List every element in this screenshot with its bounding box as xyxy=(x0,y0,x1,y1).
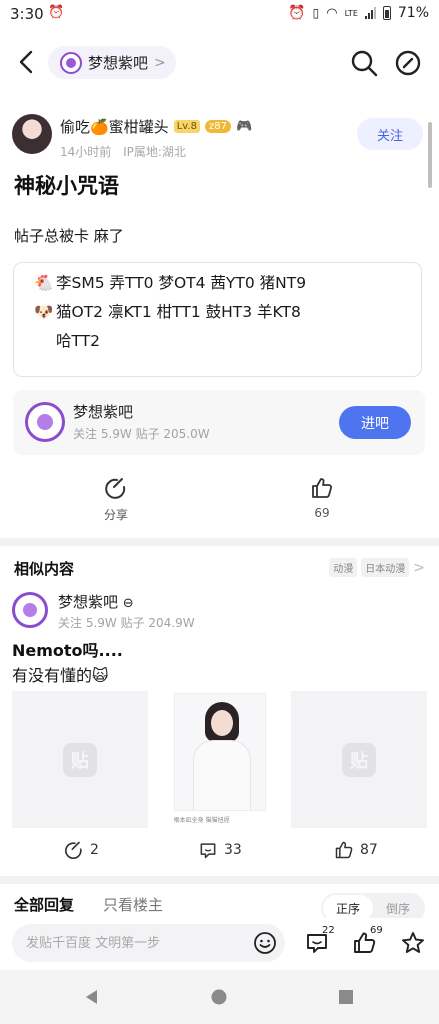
scrollbar[interactable] xyxy=(428,122,432,188)
placeholder-icon: 贴 xyxy=(62,742,97,777)
section-divider xyxy=(0,876,439,884)
image-placeholder[interactable]: 贴 xyxy=(12,691,148,828)
spell-block: 🐔 李SM5 弄TT0 梦OT4 茜YT0 猪NT9 🐶 猫OT2 凛KT1 柑TT… xyxy=(13,262,422,377)
similar-heading: 相似内容 xyxy=(14,560,75,578)
status-bar: 3:30 ⏰ ⏰ ▯ ◠ LTE 71% xyxy=(0,0,439,30)
post-time: 14小时前 xyxy=(60,145,112,159)
no-entry-icon: ⊖ xyxy=(122,596,134,611)
star-icon[interactable] xyxy=(400,930,426,956)
spell-text: 猫OT2 凛KT1 柑TT1 鼓HT3 羊KT8 xyxy=(56,303,301,321)
topic-tag[interactable]: 动漫 xyxy=(329,558,358,577)
similar-forum-name: 梦想紫吧 ⊖ xyxy=(58,591,134,612)
share-button[interactable]: 分享 xyxy=(86,476,146,523)
like-count: 87 xyxy=(360,842,378,858)
wifi-icon: ◠ xyxy=(326,5,338,21)
nav-home-icon[interactable] xyxy=(209,987,229,1007)
ip-location: IP属地:湖北 xyxy=(123,145,186,159)
similar-post-text[interactable]: 有没有懂的🙀 xyxy=(12,662,109,686)
nav-back-icon[interactable] xyxy=(82,987,102,1007)
spell-text: 李SM5 弄TT0 梦OT4 茜YT0 猪NT9 xyxy=(56,274,307,292)
all-replies-tab[interactable]: 全部回复 xyxy=(14,894,74,915)
image-placeholder[interactable]: 贴 xyxy=(291,691,428,828)
battery-level: 71% xyxy=(397,5,429,21)
alarm-icon: ⏰ xyxy=(48,5,65,20)
comment-icon xyxy=(200,843,216,859)
only-op-tab[interactable]: 只看楼主 xyxy=(103,894,163,915)
spell-line: 🐶 猫OT2 凛KT1 柑TT1 鼓HT3 羊KT8 xyxy=(34,298,421,327)
back-icon[interactable] xyxy=(12,47,42,77)
forum-card[interactable]: 梦想紫吧 关注 5.9W 贴子 205.0W 进吧 xyxy=(13,390,425,455)
status-icons: ⏰ ▯ ◠ LTE 71% xyxy=(288,5,429,21)
reply-input[interactable] xyxy=(26,924,226,962)
similar-forum-name-text: 梦想紫吧 xyxy=(58,593,119,611)
comment-count: 33 xyxy=(224,842,242,858)
spell-line: 🐔 李SM5 弄TT0 梦OT4 茜YT0 猪NT9 xyxy=(34,269,421,298)
system-nav-bar xyxy=(0,970,439,1024)
share-label: 分享 xyxy=(103,508,128,522)
similar-forum-stats: 关注 5.9W 贴子 204.9W xyxy=(58,616,195,630)
similar-like-button[interactable]: 87 xyxy=(334,840,378,860)
edit-post-icon[interactable] xyxy=(393,48,423,78)
forum-card-name: 梦想紫吧 xyxy=(73,403,134,421)
member-badge: z87 xyxy=(204,120,231,133)
similar-post-title[interactable]: Nemoto吗.... xyxy=(12,637,123,661)
like-count: 69 xyxy=(370,925,383,936)
status-time: 3:30 xyxy=(10,5,44,23)
section-divider xyxy=(0,538,439,546)
reply-input-box[interactable] xyxy=(12,924,285,962)
forum-avatar xyxy=(12,592,48,628)
search-icon[interactable] xyxy=(349,48,379,78)
similar-comment-button[interactable]: 33 xyxy=(198,840,242,860)
alarm-icon: ⏰ xyxy=(288,5,306,21)
battery-icon xyxy=(382,6,391,20)
photo-caption: 根本凪全身 猫猫扭捏 xyxy=(173,817,230,824)
enter-forum-button[interactable]: 进吧 xyxy=(339,406,411,439)
post-actions: 分享 69 xyxy=(0,476,439,526)
network-type: LTE xyxy=(344,8,358,18)
author-avatar[interactable] xyxy=(12,114,52,154)
similar-actions: 2 33 87 xyxy=(0,840,439,866)
placeholder-icon: 贴 xyxy=(342,742,377,777)
post-body: 帖子总被卡 麻了 xyxy=(14,227,124,245)
thumbs-up-icon xyxy=(335,841,353,859)
like-button[interactable]: 69 xyxy=(292,476,352,520)
similar-share-button[interactable]: 2 xyxy=(64,840,99,860)
spell-line: 哈TT2 xyxy=(34,327,421,356)
dog-icon: 🐶 xyxy=(34,303,54,321)
thumbs-up-icon xyxy=(312,478,333,498)
topic-tags: 动漫 日本动漫 > xyxy=(329,558,425,577)
signal-icon xyxy=(364,7,376,19)
photo-thumbnail[interactable]: 根本凪全身 猫猫扭捏 xyxy=(151,691,288,828)
bottom-reply-bar: 22 69 xyxy=(0,918,439,970)
chevron-right-icon: > xyxy=(154,54,166,71)
forum-avatar xyxy=(25,402,65,442)
chevron-right-icon[interactable]: > xyxy=(413,560,425,576)
topic-tag[interactable]: 日本动漫 xyxy=(361,558,410,577)
vibrate-icon: ▯ xyxy=(312,6,320,20)
forum-card-stats: 关注 5.9W 贴子 205.0W xyxy=(73,427,210,441)
share-icon xyxy=(64,841,82,860)
forum-link-pill[interactable]: 梦想紫吧 > xyxy=(48,46,176,79)
photo-frame xyxy=(173,693,266,811)
chicken-icon: 🐔 xyxy=(34,274,54,292)
gamepad-icon: 🎮 xyxy=(235,119,253,134)
post-author: 偷吃🍊蜜柑罐头 Lv.8 z87 🎮 14小时前 IP属地:湖北 关注 xyxy=(0,112,439,164)
follow-button[interactable]: 关注 xyxy=(357,118,423,150)
forum-avatar xyxy=(60,51,82,74)
comment-count: 22 xyxy=(322,925,335,936)
nav-recents-icon[interactable] xyxy=(336,987,356,1007)
author-name-row: 偷吃🍊蜜柑罐头 Lv.8 z87 🎮 xyxy=(60,116,252,137)
similar-images: 贴 根本凪全身 猫猫扭捏 贴 xyxy=(12,691,428,828)
spell-text: 哈TT2 xyxy=(56,332,101,350)
forum-name: 梦想紫吧 xyxy=(88,54,149,72)
author-name[interactable]: 偷吃🍊蜜柑罐头 xyxy=(60,116,169,137)
share-count: 2 xyxy=(90,842,99,858)
like-count: 69 xyxy=(314,506,330,520)
post-meta: 14小时前 IP属地:湖北 xyxy=(60,143,186,160)
share-icon xyxy=(105,478,126,499)
emoji-icon[interactable] xyxy=(253,931,277,955)
post-title: 神秘小咒语 xyxy=(14,174,119,198)
top-header: 梦想紫吧 > xyxy=(0,38,439,88)
level-badge: Lv.8 xyxy=(173,120,200,133)
